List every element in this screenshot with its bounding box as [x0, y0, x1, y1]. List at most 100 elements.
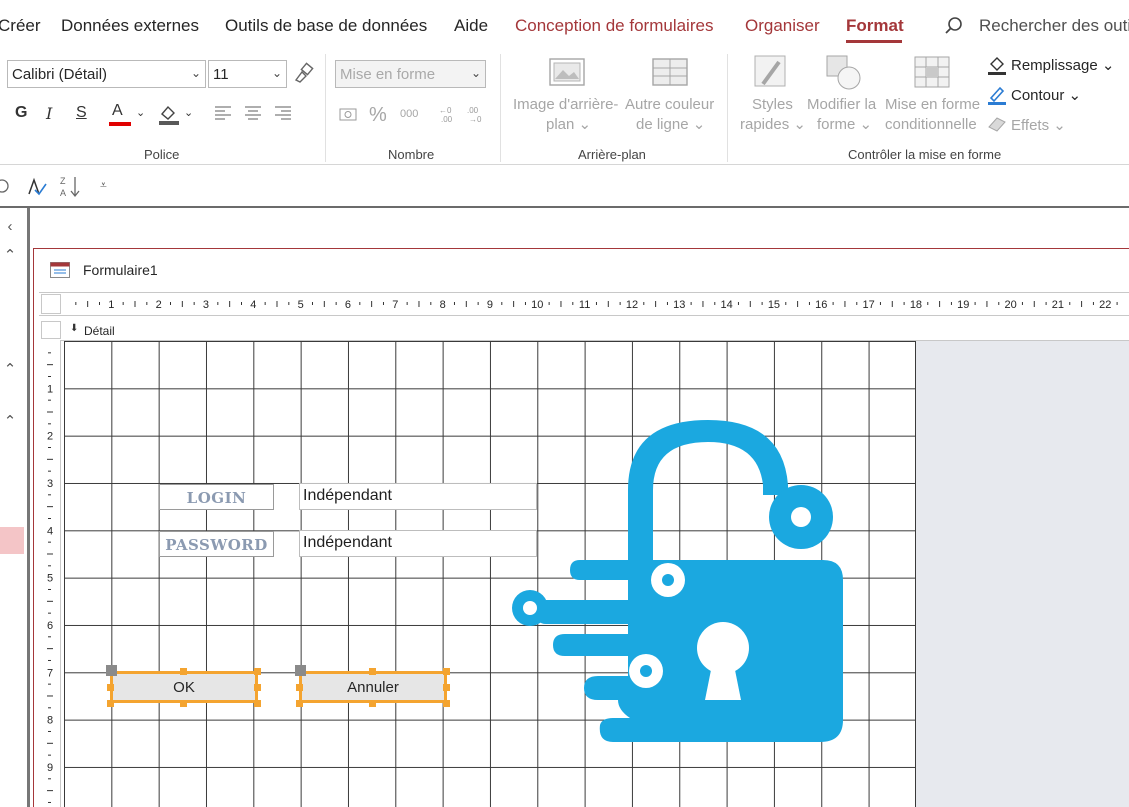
outline-pen-icon[interactable] [986, 84, 1008, 106]
font-color-button[interactable]: A [109, 102, 131, 126]
resize-handle[interactable] [369, 668, 376, 675]
access-window: Créer Données externes Outils de base de… [0, 0, 1129, 807]
resize-handle[interactable] [443, 668, 450, 675]
background-image-label-1[interactable]: Image d'arrière- [513, 95, 618, 115]
ruler-label: 4 [47, 525, 53, 537]
change-shape-label-1[interactable]: Modifier la [807, 95, 876, 115]
resize-handle[interactable] [443, 684, 450, 691]
quick-styles-label-2[interactable]: rapides ⌄ [740, 115, 806, 135]
chevron-up-icon[interactable]: ⌃ [0, 412, 20, 432]
login-textbox[interactable]: Indépendant [299, 483, 537, 510]
resize-handle[interactable] [254, 668, 261, 675]
chevron-down-icon[interactable]: ⌄ [136, 106, 145, 119]
resize-handle[interactable] [180, 700, 187, 707]
resize-handle[interactable] [107, 684, 114, 691]
chevron-down-icon: ⌄ [271, 66, 282, 80]
format-painter-icon[interactable] [292, 62, 314, 84]
quick-styles-label-1[interactable]: Styles [752, 95, 793, 115]
ruler-label: 16 [815, 299, 827, 311]
effects-button[interactable]: Effets ⌄ [1011, 116, 1066, 134]
format-combo[interactable]: Mise en forme ⌄ [335, 60, 486, 88]
section-arrow-icon[interactable]: ⬇ [70, 323, 78, 334]
ribbon: Calibri (Détail) ⌄ 11 ⌄ G I S A ⌄ ⌄ Poli… [0, 50, 1129, 165]
chevron-up-icon[interactable]: ⌃ [0, 246, 20, 266]
fill-button[interactable]: Remplissage ⌄ [1011, 56, 1114, 74]
change-shape-label-2[interactable]: forme ⌄ [817, 115, 872, 135]
cancel-button[interactable]: Annuler [299, 671, 447, 703]
ruler-label: 5 [47, 573, 53, 585]
currency-icon[interactable] [339, 106, 361, 124]
svg-text:→0: →0 [469, 115, 482, 124]
customize-qat-icon[interactable]: ⩡ [100, 178, 107, 193]
font-size-combo[interactable]: 11 ⌄ [208, 60, 287, 88]
section-bar[interactable] [39, 319, 1129, 341]
ruler-label: 4 [250, 299, 256, 311]
resize-handle[interactable] [180, 668, 187, 675]
form-selector[interactable] [41, 321, 61, 339]
tab-organiser[interactable]: Organiser [745, 16, 820, 36]
cancel-move-handle[interactable] [295, 665, 306, 676]
bold-button[interactable]: G [15, 104, 27, 122]
tab-donnees-externes[interactable]: Données externes [61, 16, 199, 36]
search-box[interactable]: Rechercher des outi [979, 16, 1129, 36]
resize-handle[interactable] [254, 700, 261, 707]
resize-handle[interactable] [369, 700, 376, 707]
group-label-arriere-plan: Arrière-plan [578, 147, 646, 162]
fill-color-icon[interactable] [157, 102, 181, 126]
password-label[interactable]: PASSWORD [159, 531, 274, 557]
chevron-left-icon[interactable]: ‹ [0, 218, 20, 238]
group-label-police: Police [144, 147, 180, 162]
conditional-format-label-2[interactable]: conditionnelle [885, 115, 977, 135]
resize-handle[interactable] [296, 700, 303, 707]
align-buttons[interactable] [213, 104, 293, 122]
document-tab-title[interactable]: Formulaire1 [83, 262, 158, 278]
refresh-icon[interactable] [0, 176, 14, 196]
sort-icon[interactable]: ZA [59, 174, 83, 200]
ok-button[interactable]: OK [110, 671, 258, 703]
tab-format[interactable]: Format [846, 16, 904, 36]
tab-creer[interactable]: Créer [0, 16, 41, 36]
alternate-color-label-2[interactable]: de ligne ⌄ [636, 115, 705, 135]
alternate-row-color-icon[interactable] [652, 58, 688, 88]
report-selector[interactable] [41, 294, 61, 314]
tab-conception-formulaires[interactable]: Conception de formulaires [515, 16, 713, 36]
thousands-button[interactable]: 000 [400, 108, 418, 120]
ruler-label: 22 [1099, 299, 1111, 311]
lock-image[interactable] [508, 420, 848, 745]
conditional-format-label-1[interactable]: Mise en forme [885, 95, 980, 115]
percent-button[interactable]: % [369, 104, 387, 127]
resize-handle[interactable] [296, 684, 303, 691]
quick-styles-icon[interactable] [753, 54, 789, 92]
decimal-buttons[interactable]: ←0.00.00→0 [437, 104, 491, 124]
outline-button[interactable]: Contour ⌄ [1011, 86, 1081, 104]
alternate-color-label-1[interactable]: Autre couleur [625, 95, 714, 115]
tab-aide[interactable]: Aide [454, 16, 488, 36]
effects-icon[interactable] [986, 114, 1008, 134]
resize-handle[interactable] [254, 684, 261, 691]
empty-form-area [916, 341, 1129, 807]
search-icon[interactable] [944, 16, 964, 36]
font-name-combo[interactable]: Calibri (Détail) ⌄ [7, 60, 206, 88]
background-image-label-2[interactable]: plan ⌄ [546, 115, 591, 135]
svg-text:.00: .00 [441, 115, 453, 124]
nav-selected-item[interactable] [0, 527, 24, 554]
chevron-up-icon[interactable]: ⌃ [0, 360, 20, 380]
underline-button[interactable]: S [76, 104, 87, 122]
conditional-format-icon[interactable] [914, 56, 952, 90]
ruler-label: 6 [47, 620, 53, 632]
change-shape-icon[interactable] [825, 54, 863, 92]
fill-bucket-icon[interactable] [986, 54, 1008, 76]
tab-outils-bdd[interactable]: Outils de base de données [225, 16, 427, 36]
spelling-icon[interactable] [26, 176, 48, 198]
quick-access-toolbar: ZA ⩡ [0, 166, 1129, 208]
ruler-label: 15 [768, 299, 780, 311]
login-label[interactable]: LOGIN [159, 484, 274, 510]
italic-button[interactable]: I [46, 104, 52, 123]
resize-handle[interactable] [443, 700, 450, 707]
ok-move-handle[interactable] [106, 665, 117, 676]
password-textbox[interactable]: Indépendant [299, 530, 537, 557]
resize-handle[interactable] [107, 700, 114, 707]
background-image-icon[interactable] [549, 58, 585, 88]
chevron-down-icon[interactable]: ⌄ [184, 106, 193, 119]
format-placeholder: Mise en forme [340, 66, 436, 83]
